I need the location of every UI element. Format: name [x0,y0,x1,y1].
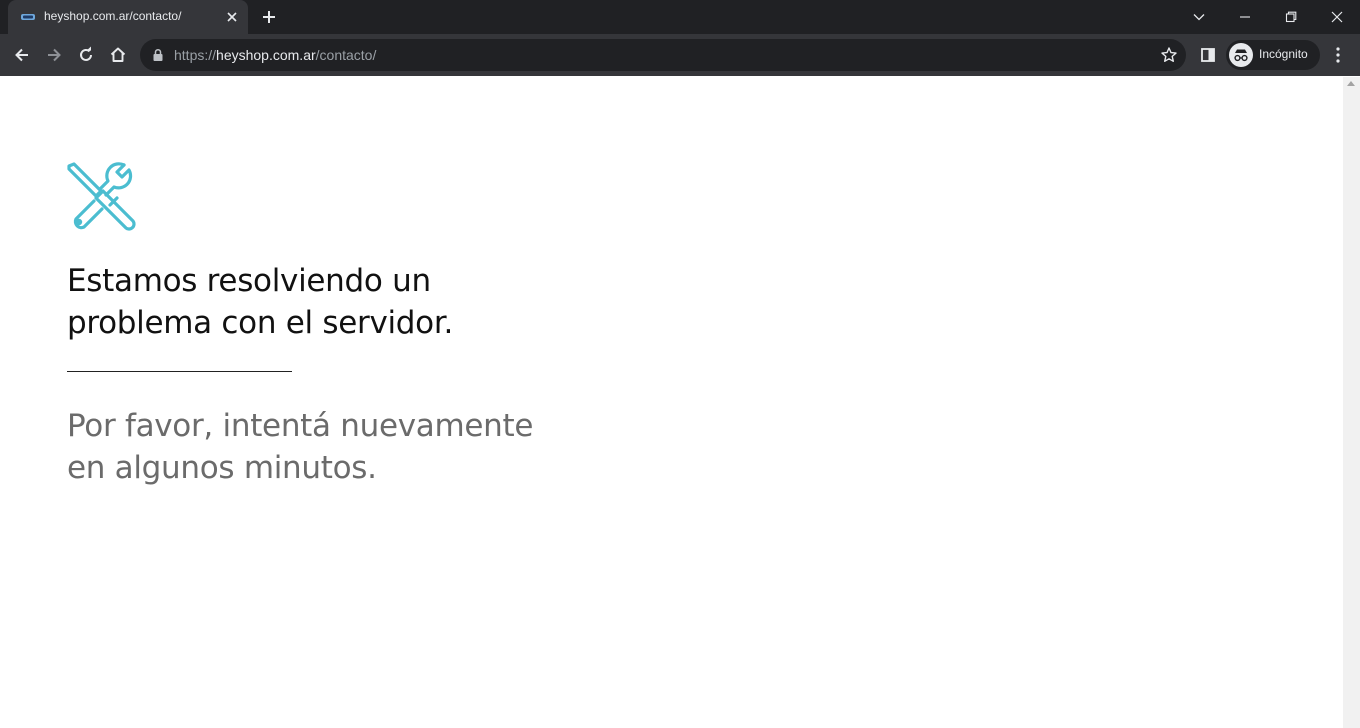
url-text[interactable]: https://heyshop.com.ar/contacto/ [174,47,376,63]
minimize-button[interactable] [1222,0,1268,34]
tab-search-icon [1193,14,1205,21]
url-host: heyshop.com.ar [216,47,316,63]
browser-menu-button[interactable] [1326,43,1350,67]
divider [67,371,292,372]
tab-title: heyshop.com.ar/contacto/ [44,9,182,23]
tab-close-icon[interactable] [224,9,240,25]
side-panel-icon [1201,48,1215,62]
incognito-profile-button[interactable]: Incógnito [1226,40,1320,70]
incognito-icon [1229,43,1253,67]
browser-toolbar: https://heyshop.com.ar/contacto/ Incógni… [0,34,1360,76]
url-path: /contacto/ [315,47,377,63]
side-panel-button[interactable] [1196,43,1220,67]
scroll-up-arrow-icon[interactable] [1347,81,1355,86]
address-bar[interactable]: https://heyshop.com.ar/contacto/ [140,39,1186,71]
url-scheme: https:// [174,47,217,63]
back-icon [15,48,28,62]
forward-button[interactable] [42,43,66,67]
close-icon [1331,11,1343,23]
restore-icon [1285,11,1297,23]
tab-search-button[interactable] [1176,0,1222,34]
minimize-icon [1240,16,1250,18]
new-tab-icon[interactable] [260,8,278,26]
tools-icon [67,162,136,231]
menu-icon [1336,47,1340,63]
home-button[interactable] [106,43,130,67]
heyshop-logo-icon [21,14,35,20]
restore-button[interactable] [1268,0,1314,34]
retry-message: Por favor, intentá nuevamente en algunos… [67,408,534,486]
browser-tab[interactable]: heyshop.com.ar/contacto/ [8,0,248,34]
lock-icon[interactable] [152,48,164,62]
reload-icon [80,46,92,61]
tab-strip: heyshop.com.ar/contacto/ [0,0,1360,34]
forward-icon [48,48,61,62]
error-headline: Estamos resolviendo un problema con el s… [67,263,453,341]
close-window-button[interactable] [1314,0,1360,34]
back-button[interactable] [10,43,34,67]
incognito-label: Incógnito [1259,47,1308,61]
reload-button[interactable] [74,43,98,67]
star-icon[interactable] [1160,46,1178,64]
page-viewport: Estamos resolviendo un problema con el s… [0,77,1343,728]
home-icon [110,47,126,62]
vertical-scrollbar[interactable] [1343,77,1360,728]
